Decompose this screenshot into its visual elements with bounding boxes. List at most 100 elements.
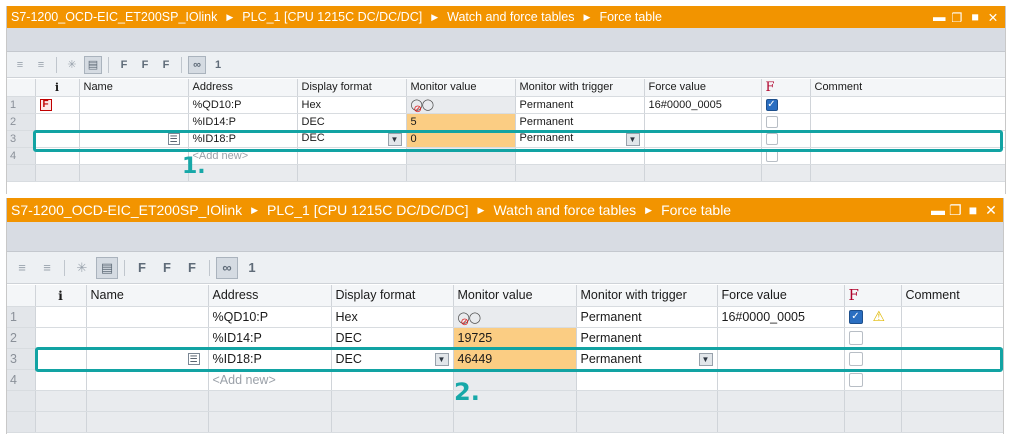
display-format-column-header[interactable]: Display format <box>297 79 407 97</box>
table-row[interactable]: 4 <Add new> <box>7 369 1003 391</box>
chevron-down-icon[interactable]: ▼ <box>625 132 640 146</box>
address-cell[interactable]: %ID14:P <box>188 113 298 131</box>
name-column-header[interactable]: Name <box>86 285 209 307</box>
breadcrumb-plc[interactable]: PLC_1 [CPU 1215C DC/DC/DC] <box>242 10 422 24</box>
minimize-icon[interactable]: ▬ <box>933 10 946 25</box>
format-cell[interactable]: Hex <box>331 306 454 328</box>
address-cell[interactable]: %ID18:P <box>188 130 298 148</box>
force-value-cell[interactable] <box>717 348 845 370</box>
force-value-column-header[interactable]: Force value <box>717 285 845 307</box>
name-cell[interactable]: ☰ <box>79 130 189 148</box>
breadcrumb-force-table[interactable]: Force table <box>599 10 662 24</box>
trigger-cell[interactable]: Permanent <box>576 306 718 328</box>
table-row[interactable]: 2 %ID14:P DEC 19725 Permanent <box>7 327 1003 349</box>
add-new-cell[interactable]: <Add new> <box>208 369 332 391</box>
name-cell[interactable] <box>79 147 189 165</box>
name-column-header[interactable]: Name <box>79 79 189 97</box>
trigger-cell[interactable]: Permanent ▼ <box>515 130 645 148</box>
comment-cell[interactable] <box>901 327 1003 349</box>
name-cell[interactable] <box>79 96 189 114</box>
name-cell[interactable]: ☰ <box>86 348 209 370</box>
maximize-icon[interactable]: ■ <box>967 202 979 219</box>
force-all-icon[interactable]: ≡ <box>11 257 33 279</box>
monitor-value-column-header[interactable]: Monitor value <box>406 79 516 97</box>
chevron-down-icon[interactable]: ▼ <box>387 132 402 146</box>
comment-cell[interactable] <box>901 369 1003 391</box>
symbol-list-icon[interactable]: ☰ <box>167 132 180 145</box>
name-cell[interactable] <box>86 306 209 328</box>
comment-column-header[interactable]: Comment <box>901 285 1003 307</box>
force-value-column-header[interactable]: Force value <box>644 79 762 97</box>
maximize-icon[interactable]: ■ <box>969 10 981 25</box>
trigger-cell[interactable] <box>515 147 645 165</box>
monitor-all-icon[interactable]: ∞ <box>188 55 206 74</box>
force-start-icon[interactable]: F <box>136 56 154 74</box>
monitor-trigger-column-header[interactable]: Monitor with trigger <box>576 285 718 307</box>
force-start-icon[interactable]: F <box>156 257 178 279</box>
stop-force-icon[interactable]: ✳ <box>71 257 93 279</box>
force-all-icon[interactable]: ≡ <box>11 56 29 74</box>
force-selected-icon[interactable]: ≡ <box>32 56 50 74</box>
comment-cell[interactable] <box>901 348 1003 370</box>
info-column-header[interactable]: i <box>35 79 80 97</box>
force-checkbox[interactable]: ✓ <box>848 309 863 324</box>
show-hide-columns-icon[interactable]: ▤ <box>84 55 102 74</box>
trigger-cell[interactable]: Permanent ▼ <box>576 348 718 370</box>
comment-cell[interactable] <box>901 306 1003 328</box>
monitor-trigger-column-header[interactable]: Monitor with trigger <box>515 79 645 97</box>
restore-icon[interactable]: ❐ <box>951 10 963 25</box>
trigger-cell[interactable] <box>576 369 718 391</box>
table-row[interactable]: 2 %ID14:P DEC 5 Permanent <box>7 113 1005 131</box>
comment-cell[interactable] <box>810 130 1005 148</box>
address-cell[interactable]: %ID14:P <box>208 327 332 349</box>
force-checkbox[interactable] <box>848 372 863 387</box>
force-stop-icon[interactable]: F <box>157 56 175 74</box>
show-hide-columns-icon[interactable]: ▤ <box>96 256 118 279</box>
chevron-down-icon[interactable]: ▼ <box>698 352 713 366</box>
table-row[interactable]: 3 ☰ %ID18:P DEC ▼ 0 Permanent ▼ <box>7 130 1005 148</box>
force-value-cell[interactable] <box>717 327 845 349</box>
format-cell[interactable]: DEC <box>331 327 454 349</box>
info-column-header[interactable]: i <box>35 285 87 307</box>
close-icon[interactable]: ✕ <box>985 202 997 219</box>
name-cell[interactable] <box>86 327 209 349</box>
monitor-value-column-header[interactable]: Monitor value <box>453 285 577 307</box>
force-checkbox[interactable] <box>848 330 863 345</box>
monitor-all-icon[interactable]: ∞ <box>216 256 238 279</box>
format-cell[interactable]: DEC <box>297 113 407 131</box>
force-selected-icon[interactable]: ≡ <box>36 257 58 279</box>
breadcrumb-watch-force[interactable]: Watch and force tables <box>493 202 636 218</box>
format-cell[interactable] <box>331 369 454 391</box>
force-flag-column-header[interactable]: F <box>844 285 902 307</box>
breadcrumb-plc[interactable]: PLC_1 [CPU 1215C DC/DC/DC] <box>267 202 469 218</box>
force-checkbox[interactable] <box>765 149 778 162</box>
force-value-cell[interactable] <box>644 130 762 148</box>
comment-column-header[interactable]: Comment <box>810 79 1005 97</box>
trigger-cell[interactable]: Permanent <box>515 113 645 131</box>
monitor-once-icon[interactable]: 1 <box>209 56 227 74</box>
table-row[interactable]: 1 %QD10:P Hex ◯◯ ⊘ Permanent 16#0000_0005… <box>7 306 1003 328</box>
minimize-icon[interactable]: ▬ <box>931 202 945 219</box>
force-stop-icon[interactable]: F <box>181 257 203 279</box>
force-value-cell[interactable]: 16#0000_0005 <box>644 96 762 114</box>
force-value-cell[interactable] <box>717 369 845 391</box>
comment-cell[interactable] <box>810 96 1005 114</box>
force-icon[interactable]: F <box>131 257 153 279</box>
force-checkbox[interactable] <box>848 351 863 366</box>
force-checkbox[interactable] <box>765 132 778 145</box>
address-column-header[interactable]: Address <box>188 79 298 97</box>
stop-force-icon[interactable]: ✳ <box>63 56 81 74</box>
format-cell[interactable]: DEC ▼ <box>331 348 454 370</box>
display-format-column-header[interactable]: Display format <box>331 285 454 307</box>
monitor-once-icon[interactable]: 1 <box>241 257 263 279</box>
breadcrumb-watch-force[interactable]: Watch and force tables <box>447 10 574 24</box>
breadcrumb-project[interactable]: S7-1200_OCD-EIC_ET200SP_IOlink <box>11 202 242 218</box>
comment-cell[interactable] <box>810 147 1005 165</box>
name-cell[interactable] <box>86 369 209 391</box>
force-flag-column-header[interactable]: F <box>761 79 811 97</box>
table-row[interactable]: 3 ☰ %ID18:P DEC ▼ 46449 Permanent ▼ <box>7 348 1003 370</box>
force-checkbox[interactable]: ✓ <box>765 98 778 111</box>
table-row[interactable]: 1 F %QD10:P Hex ◯◯ ⊘ Permanent 16#0000_00… <box>7 96 1005 114</box>
comment-cell[interactable] <box>810 113 1005 131</box>
address-cell[interactable]: %QD10:P <box>188 96 298 114</box>
